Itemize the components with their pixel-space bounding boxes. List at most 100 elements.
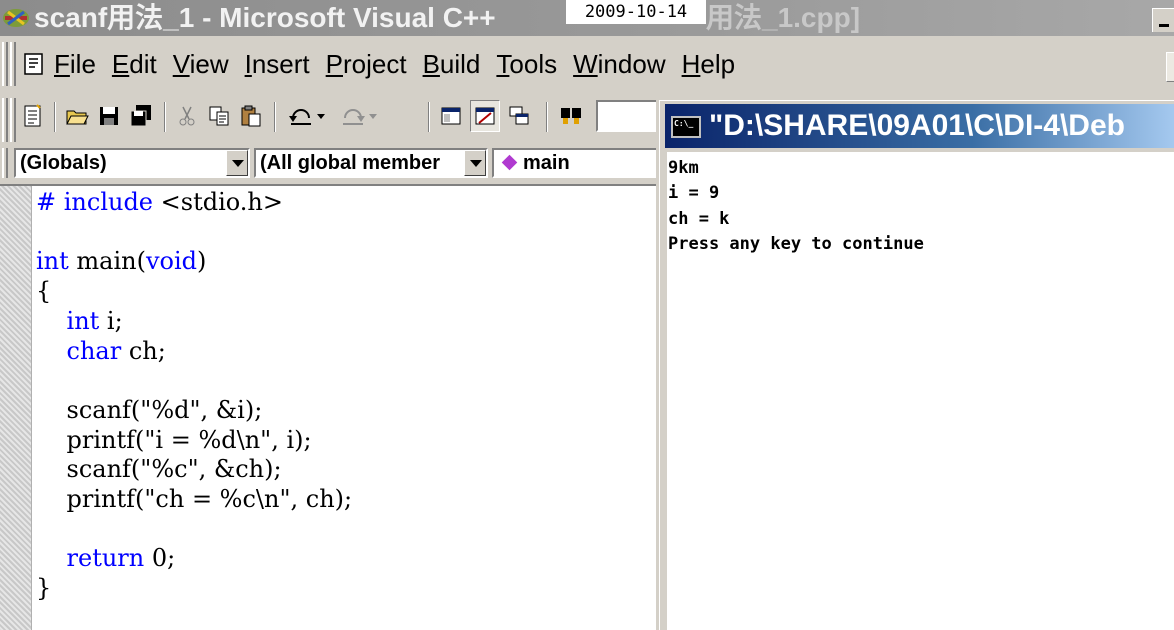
- function-combo[interactable]: main: [492, 148, 664, 178]
- code-line[interactable]: int i;: [36, 307, 352, 337]
- code-line[interactable]: ​: [36, 218, 352, 248]
- toolbar-separator: [54, 102, 56, 132]
- ide-title-text: scanf用法_1 - Microsoft Visual C++: [34, 2, 496, 33]
- menu-item-label: iew: [189, 49, 229, 79]
- console-window[interactable]: "D:\SHARE\09A01\C\DI-4\Deb 9km i = 9 ch = …: [656, 100, 1174, 630]
- menu-item-tools[interactable]: Tools: [496, 48, 565, 80]
- code-keyword: int: [36, 247, 69, 276]
- chevron-down-icon[interactable]: [226, 150, 248, 176]
- save-button[interactable]: [94, 100, 124, 132]
- chevron-down-icon[interactable]: [464, 150, 486, 176]
- menu-item-label: dit: [129, 49, 157, 79]
- copy-icon: [209, 106, 229, 126]
- toolbar-grip[interactable]: [2, 98, 8, 142]
- paste-button[interactable]: [236, 100, 266, 132]
- menu-item-accelerator: E: [111, 49, 130, 79]
- toolbar-separator: [164, 102, 166, 132]
- minimize-button[interactable]: [1152, 8, 1174, 32]
- filter-combo[interactable]: (All global member: [254, 148, 488, 178]
- code-line[interactable]: }: [36, 574, 352, 604]
- menu-restore-button[interactable]: [1166, 52, 1174, 82]
- paste-icon: [241, 105, 261, 127]
- editor-gutter[interactable]: [0, 186, 32, 630]
- code-keyword: void: [145, 247, 198, 276]
- console-title-bar[interactable]: "D:\SHARE\09A01\C\DI-4\Deb: [665, 104, 1174, 148]
- code-line[interactable]: ​: [36, 366, 352, 396]
- menu-item-help[interactable]: Help: [682, 48, 743, 80]
- code-keyword: return: [66, 544, 145, 573]
- new-text-file-button[interactable]: [18, 100, 48, 132]
- code-line[interactable]: ​: [36, 515, 352, 545]
- code-line[interactable]: printf("ch = %c\n", ch);: [36, 485, 353, 515]
- menu-grip-2[interactable]: [10, 42, 16, 86]
- code-line[interactable]: # include <stdio.h>: [36, 188, 352, 218]
- find-in-files-icon: [561, 108, 581, 124]
- desktop: scanf用法_1 - Microsoft Visual C++ 用法_1.cp…: [0, 0, 1174, 630]
- code-text: ch;: [121, 336, 166, 365]
- menu-item-project[interactable]: Project: [326, 48, 415, 80]
- code-line[interactable]: printf("i = %d\n", i);: [36, 426, 352, 456]
- console-title-text: "D:\SHARE\09A01\C\DI-4\Deb: [709, 109, 1125, 142]
- menu-item-label: indow: [597, 49, 666, 79]
- code-editor[interactable]: # include <stdio.h>​int main(void){ int …: [0, 184, 664, 630]
- menu-item-accelerator: I: [244, 49, 252, 79]
- menu-item-label: roject: [343, 49, 407, 79]
- code-text: ): [197, 247, 207, 276]
- open-button[interactable]: [62, 100, 92, 132]
- toolbar-separator: [428, 102, 430, 132]
- class-scope-value: (Globals): [20, 152, 107, 174]
- undo-button[interactable]: [282, 100, 332, 132]
- code-line[interactable]: {: [36, 277, 352, 307]
- menu-item-insert[interactable]: Insert: [245, 48, 318, 80]
- ide-title-bar[interactable]: scanf用法_1 - Microsoft Visual C++ 用法_1.cp…: [0, 0, 1174, 36]
- code-text: <stdio.h>: [153, 188, 283, 216]
- code-line[interactable]: char ch;: [36, 337, 352, 367]
- find-in-files-button[interactable]: [556, 100, 586, 132]
- wizard-bar: (Globals) (All global member main: [0, 144, 664, 182]
- copy-button[interactable]: [204, 100, 234, 132]
- wizard-grip[interactable]: [2, 148, 8, 178]
- menu-item-window[interactable]: Window: [573, 48, 673, 80]
- code-line[interactable]: scanf("%c", &ch);: [36, 455, 352, 485]
- window-list-button[interactable]: [504, 100, 534, 132]
- save-icon: [100, 107, 118, 125]
- toolbar-separator: [546, 102, 548, 132]
- menu-item-file[interactable]: File: [54, 48, 104, 80]
- output-button[interactable]: [470, 100, 500, 132]
- menu-item-build[interactable]: Build: [423, 48, 489, 80]
- code-text: i;: [99, 306, 123, 335]
- toolbar-grip-2[interactable]: [10, 98, 16, 142]
- save-all-button[interactable]: [126, 100, 156, 132]
- cut-button[interactable]: [172, 100, 202, 132]
- console-output-line: Press any key to continue: [668, 233, 924, 254]
- new-text-file-icon: [24, 104, 41, 127]
- document-icon[interactable]: [22, 52, 46, 76]
- code-line[interactable]: scanf("%d", &i);: [36, 396, 352, 426]
- code-keyword: char: [66, 336, 122, 365]
- code-text: scanf("%c", &ch);: [36, 455, 282, 484]
- menu-item-label: elp: [700, 49, 736, 79]
- save-all-icon: [130, 105, 151, 127]
- console-output-line: i = 9: [668, 183, 720, 204]
- code-line[interactable]: int main(void): [36, 247, 352, 277]
- menu-item-accelerator: F: [54, 49, 70, 79]
- output-icon: [475, 107, 495, 125]
- menu-grip[interactable]: [2, 42, 8, 86]
- code-text: printf("i = %d\n", i);: [36, 425, 312, 454]
- visual-cpp-app-icon: [3, 9, 29, 27]
- menu-item-label: ile: [69, 49, 96, 79]
- menu-item-view[interactable]: View: [173, 48, 237, 80]
- code-line[interactable]: return 0;: [36, 544, 352, 574]
- menu-bar: File Edit View Insert Project Build Tools Windo…: [0, 38, 1174, 92]
- redo-button[interactable]: [334, 100, 384, 132]
- workspace-button[interactable]: [436, 100, 466, 132]
- class-scope-combo[interactable]: (Globals): [14, 148, 250, 178]
- menu-item-accelerator: V: [172, 49, 190, 79]
- menu-item-accelerator: W: [573, 49, 598, 79]
- source-code[interactable]: # include <stdio.h>​int main(void){ int …: [36, 188, 352, 604]
- menu-item-accelerator: P: [325, 49, 343, 79]
- menu-item-edit[interactable]: Edit: [112, 48, 165, 80]
